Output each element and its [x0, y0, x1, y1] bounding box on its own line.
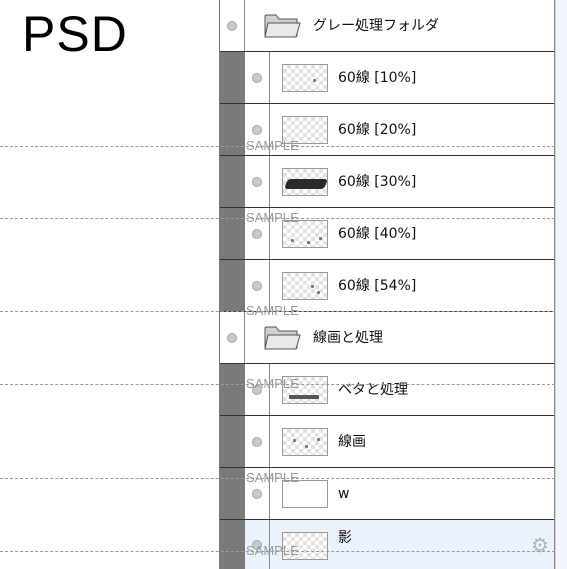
eye-dot-icon[interactable] — [252, 488, 262, 499]
eye-dot-icon[interactable] — [252, 228, 262, 239]
document-type-label: PSD — [22, 6, 128, 62]
layer-name: w — [338, 486, 350, 502]
layer-name: 線画と処理 — [313, 330, 383, 346]
eye-dot-icon[interactable] — [227, 20, 237, 31]
visibility-toggle[interactable] — [245, 52, 270, 103]
watermark-text: SAMPLE — [246, 210, 299, 225]
layer-name: ベタと処理 — [338, 382, 408, 398]
layer-name: 60線 [40%] — [338, 226, 417, 242]
eye-dot-icon[interactable] — [252, 72, 262, 83]
watermark-text: SAMPLE — [246, 543, 299, 558]
watermark-text: SAMPLE — [246, 303, 299, 318]
layer-thumbnail — [282, 428, 328, 456]
eye-dot-icon[interactable] — [252, 280, 262, 291]
layer-thumbnail — [282, 168, 328, 196]
group-indent-bar — [220, 104, 245, 155]
group-indent-bar — [220, 416, 245, 467]
layer-name: 60線 [20%] — [338, 122, 417, 138]
watermark-text: SAMPLE — [246, 376, 299, 391]
visibility-toggle[interactable] — [245, 156, 270, 207]
watermark-text: SAMPLE — [246, 470, 299, 485]
eye-dot-icon[interactable] — [252, 124, 262, 135]
folder-icon — [264, 14, 301, 38]
layer-name: 60線 [10%] — [338, 70, 417, 86]
group-indent-bar — [220, 260, 245, 311]
layer-name: 線画 — [338, 434, 366, 450]
eye-dot-icon[interactable] — [227, 332, 237, 343]
watermark-text: SAMPLE — [246, 138, 299, 153]
group-indent-bar — [220, 208, 245, 259]
group-indent-bar — [220, 364, 245, 415]
layer-row-folder-gray[interactable]: グレー処理フォルダ — [220, 0, 555, 52]
visibility-toggle[interactable] — [220, 312, 245, 363]
group-indent-bar — [220, 520, 245, 569]
folder-icon — [264, 326, 301, 350]
layer-row[interactable]: 線画 — [220, 416, 555, 468]
layer-row[interactable]: 60線 [30%] — [220, 156, 555, 208]
eye-dot-icon[interactable] — [252, 436, 262, 447]
visibility-toggle[interactable] — [220, 0, 245, 51]
group-indent-bar — [220, 468, 245, 519]
group-indent-bar — [220, 52, 245, 103]
group-indent-bar — [220, 156, 245, 207]
layer-row-folder-lineart[interactable]: 線画と処理 — [220, 312, 555, 364]
scrollbar-track[interactable] — [555, 0, 567, 569]
layer-name: 60線 [54%] — [338, 278, 417, 294]
layer-thumbnail — [282, 64, 328, 92]
layer-name: グレー処理フォルダ — [313, 18, 439, 34]
visibility-toggle[interactable] — [245, 416, 270, 467]
eye-dot-icon[interactable] — [252, 176, 262, 187]
layer-name: 60線 [30%] — [338, 174, 417, 190]
layer-row[interactable]: 60線 [10%] — [220, 52, 555, 104]
layer-thumbnail — [282, 272, 328, 300]
